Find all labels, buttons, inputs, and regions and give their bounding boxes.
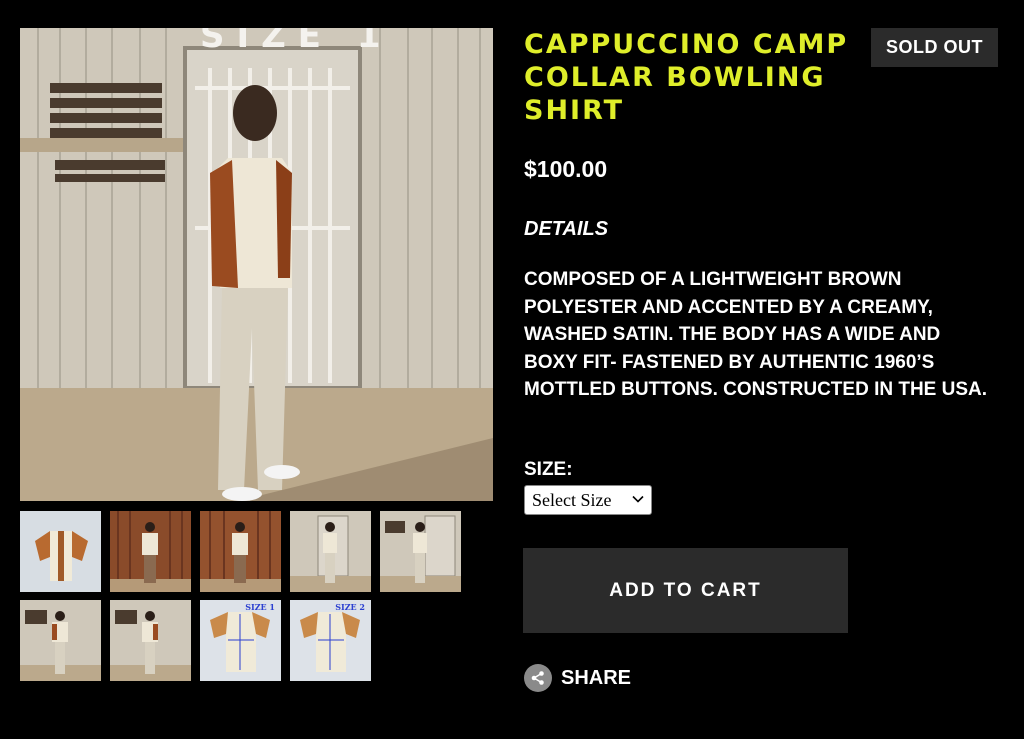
chevron-down-icon (632, 495, 644, 503)
thumbnail-6[interactable] (20, 600, 101, 681)
size-select-value: Select Size (532, 489, 612, 510)
thumbnail-9-size-2-chart[interactable]: SIZE 2 (290, 600, 371, 681)
thumbnail-7[interactable] (110, 600, 191, 681)
thumbnail-1[interactable] (20, 511, 101, 592)
thumbnail-5[interactable] (380, 511, 461, 592)
share-label: SHARE (561, 666, 632, 689)
sold-out-badge: SOLD OUT (871, 28, 998, 67)
product-description: COMPOSED OF A LIGHTWEIGHT BROWN POLYESTE… (524, 269, 988, 400)
thumbnail-gallery: SIZE 1 SIZE 2 (20, 511, 494, 681)
main-photo-illustration (20, 28, 493, 501)
product-title: CAPPUCCINO CAMP COLLAR BOWLING SHIRT (524, 29, 849, 126)
thumbnail-8-size-1-chart[interactable]: SIZE 1 (200, 600, 281, 681)
size-overlay-text: SIZE 1 (200, 28, 393, 56)
share-button[interactable]: SHARE (524, 664, 631, 692)
share-icon (524, 664, 552, 692)
thumbnail-4[interactable] (290, 511, 371, 592)
thumbnail-label: SIZE 2 (335, 602, 365, 612)
details-heading: DETAILS (524, 218, 609, 240)
main-product-image[interactable]: SIZE 1 (20, 28, 493, 501)
size-select[interactable]: Select Size (524, 485, 652, 515)
thumbnail-2[interactable] (110, 511, 191, 592)
product-price: $100.00 (524, 156, 608, 182)
thumbnail-3[interactable] (200, 511, 281, 592)
size-label: SIZE: (524, 459, 573, 480)
thumbnail-label: SIZE 1 (245, 602, 275, 612)
add-to-cart-button[interactable]: ADD TO CART (523, 548, 848, 633)
